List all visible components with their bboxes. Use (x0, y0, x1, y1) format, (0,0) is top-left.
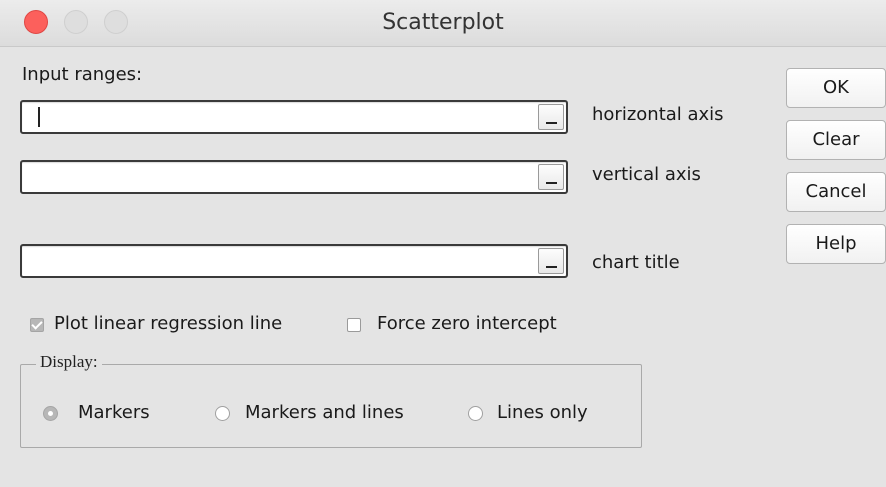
clear-button[interactable]: Clear (786, 120, 886, 160)
markers-radio[interactable] (43, 406, 58, 421)
vertical-axis-label: vertical axis (592, 164, 701, 185)
lines-only-label: Lines only (497, 402, 588, 423)
title-bar: Scatterplot (0, 0, 886, 47)
range-picker-button[interactable] (538, 104, 564, 130)
range-picker-button[interactable] (538, 164, 564, 190)
display-group-legend: Display: (36, 352, 102, 372)
markers-and-lines-label: Markers and lines (245, 402, 404, 423)
markers-label: Markers (78, 402, 150, 423)
lines-only-radio[interactable] (468, 406, 483, 421)
ok-button[interactable]: OK (786, 68, 886, 108)
regression-line-checkbox[interactable] (30, 318, 44, 332)
markers-and-lines-radio[interactable] (215, 406, 230, 421)
help-button[interactable]: Help (786, 224, 886, 264)
regression-line-label: Plot linear regression line (54, 313, 283, 334)
range-picker-button[interactable] (538, 248, 564, 274)
horizontal-axis-field[interactable] (20, 100, 568, 134)
input-ranges-heading: Input ranges: (22, 64, 143, 85)
chart-title-label: chart title (592, 252, 680, 273)
cancel-button[interactable]: Cancel (786, 172, 886, 212)
horizontal-axis-label: horizontal axis (592, 104, 724, 125)
vertical-axis-field[interactable] (20, 160, 568, 194)
window-title: Scatterplot (382, 10, 504, 35)
zero-intercept-label: Force zero intercept (377, 313, 557, 334)
chart-title-field[interactable] (20, 244, 568, 278)
zero-intercept-checkbox[interactable] (347, 318, 361, 332)
text-caret (38, 107, 40, 127)
